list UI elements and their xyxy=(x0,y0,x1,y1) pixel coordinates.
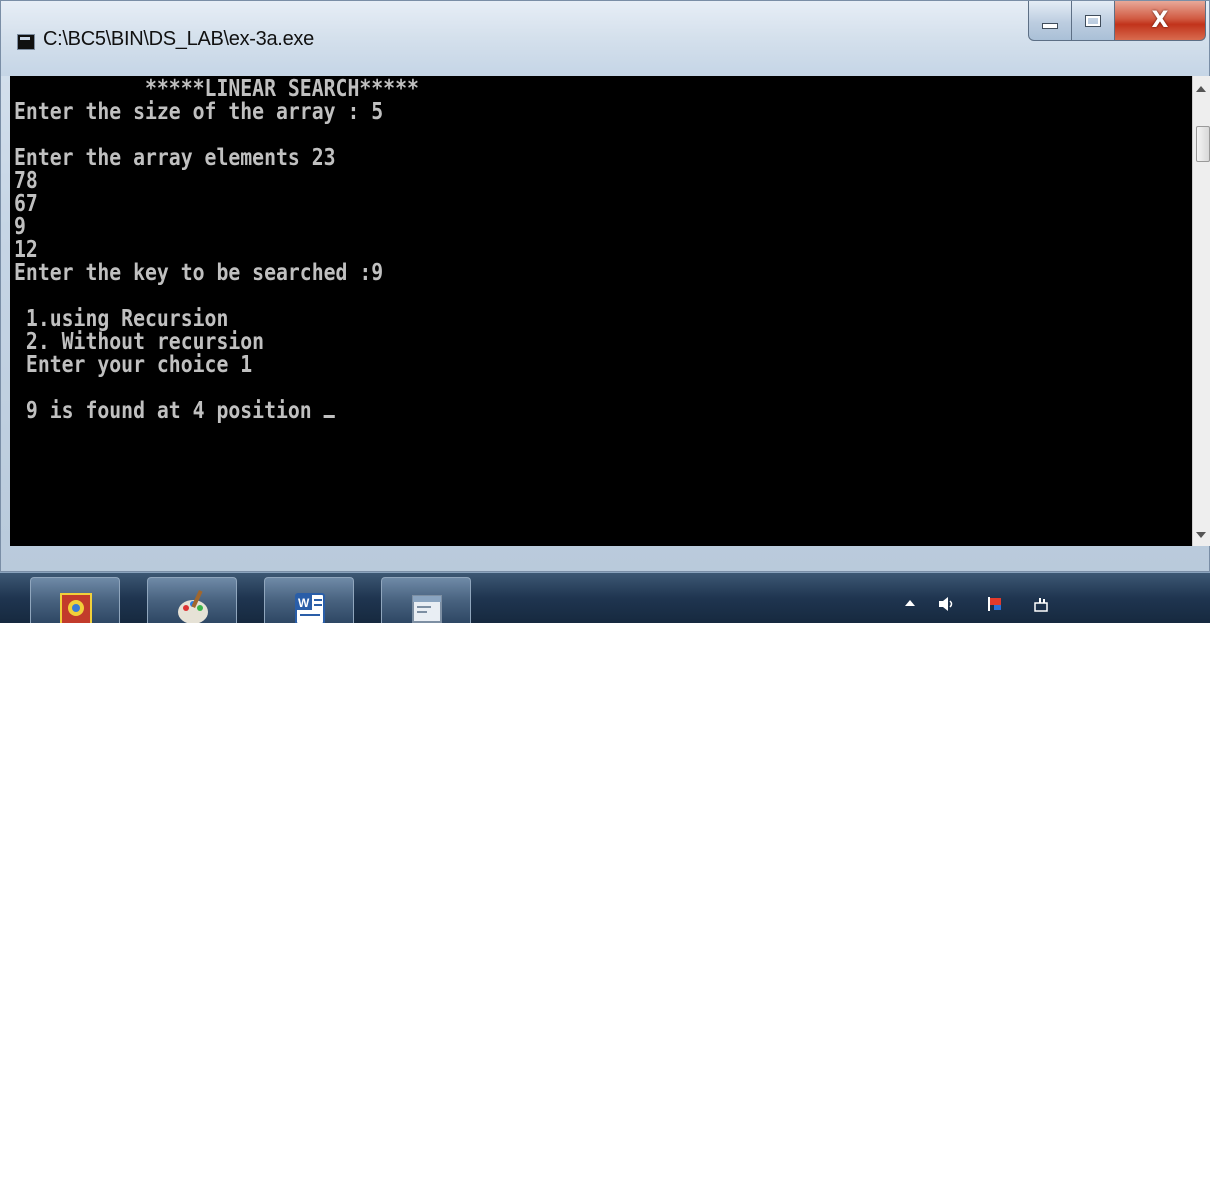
console-text: *****LINEAR SEARCH***** Enter the size o… xyxy=(14,78,1027,546)
window-title: C:\BC5\BIN\DS_LAB\ex-3a.exe xyxy=(43,28,314,50)
scroll-down-icon[interactable] xyxy=(1196,532,1206,538)
svg-text:W: W xyxy=(298,596,310,610)
volume-icon[interactable] xyxy=(937,596,957,612)
console-window: C:\BC5\BIN\DS_LAB\ex-3a.exe X *****LINEA… xyxy=(0,0,1210,572)
console-line: Enter your choice 1 xyxy=(14,352,253,378)
taskbar-button-console[interactable] xyxy=(381,577,471,623)
scroll-up-icon[interactable] xyxy=(1196,86,1206,92)
scroll-thumb[interactable] xyxy=(1196,126,1210,162)
word-icon: W xyxy=(295,593,325,623)
console-app-icon[interactable] xyxy=(17,34,35,50)
minimize-icon xyxy=(1042,22,1058,29)
taskbar-button-turbo-c[interactable] xyxy=(30,577,120,623)
close-icon: X xyxy=(1151,8,1169,33)
taskbar: W 9:26 PM xyxy=(0,572,1210,1177)
maximize-button[interactable] xyxy=(1071,1,1115,41)
minimize-button[interactable] xyxy=(1028,1,1072,41)
paint-icon xyxy=(178,589,208,623)
network-icon[interactable] xyxy=(1033,596,1053,612)
taskbar-clock[interactable]: 9:26 PM xyxy=(1098,1154,1176,1178)
show-hidden-icons-arrow[interactable] xyxy=(905,600,915,606)
console-line: Enter the size of the array : 5 xyxy=(14,99,384,125)
console-line: Enter the key to be searched :9 xyxy=(14,260,384,286)
console-line: 9 is found at 4 position xyxy=(14,398,324,424)
console-window-icon xyxy=(412,595,442,623)
close-button[interactable]: X xyxy=(1114,1,1206,41)
taskbar-button-word[interactable]: W xyxy=(264,577,354,623)
text-cursor xyxy=(323,415,335,418)
taskbar-button-paint[interactable] xyxy=(147,577,237,623)
action-center-flag-icon[interactable] xyxy=(985,596,1005,612)
vertical-scrollbar[interactable] xyxy=(1192,76,1210,546)
turbo-c-icon xyxy=(60,593,92,623)
maximize-icon xyxy=(1085,14,1101,27)
console-line: Enter the array elements 23 xyxy=(14,145,336,171)
console-output[interactable]: *****LINEAR SEARCH***** Enter the size o… xyxy=(10,76,1192,546)
